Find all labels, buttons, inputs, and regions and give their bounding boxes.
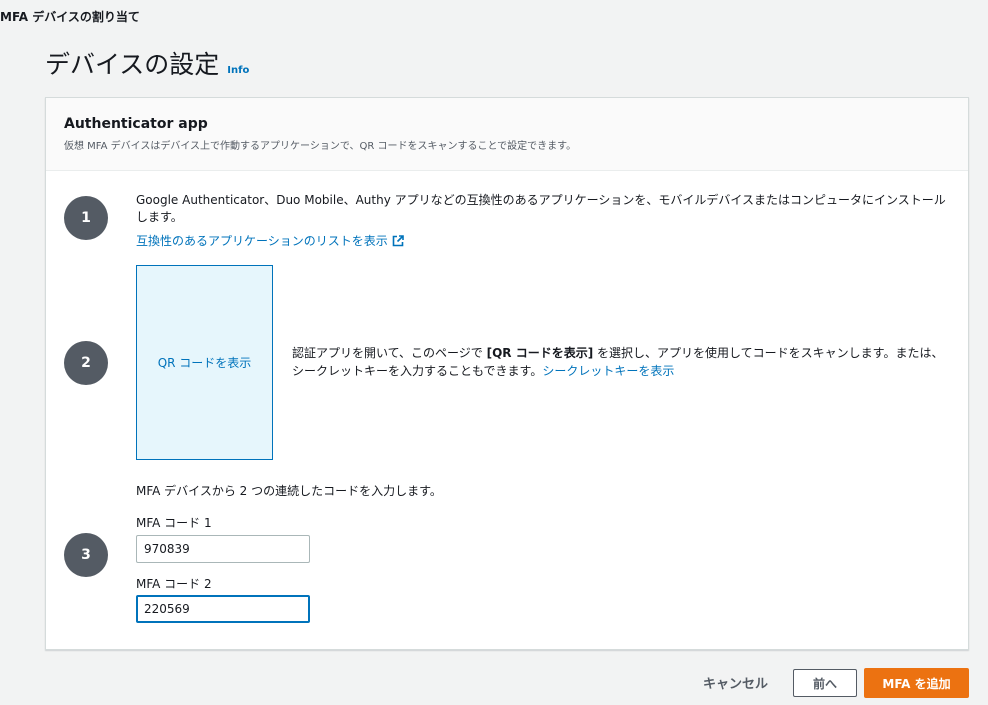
compatible-apps-link[interactable]: 互換性のあるアプリケーションのリストを表示 [136,232,404,249]
step-2-badge: 2 [64,341,108,385]
cancel-button[interactable]: キャンセル [703,673,768,692]
authenticator-panel: Authenticator app 仮想 MFA デバイスはデバイス上で作動する… [45,97,969,650]
panel-title: Authenticator app [64,116,208,132]
step-2-text-bold: [QR コードを表示] [486,346,594,360]
breadcrumb: MFA デバイスの割り当て [0,10,140,24]
mfa-code-1-label: MFA コード 1 [136,516,212,530]
step-3-text: MFA デバイスから 2 つの連続したコードを入力します。 [136,484,442,498]
previous-button[interactable]: 前へ [793,669,857,697]
show-qr-code-button[interactable]: QR コードを表示 [136,265,273,460]
step-1-badge: 1 [64,196,108,240]
panel-description: 仮想 MFA デバイスはデバイス上で作動するアプリケーションで、QR コードをス… [64,141,577,152]
step-2-text: 認証アプリを開いて、このページで [QR コードを表示] を選択し、アプリを使用… [292,344,952,380]
compatible-apps-link-label: 互換性のあるアプリケーションのリストを表示 [136,234,388,248]
add-mfa-button[interactable]: MFA を追加 [864,668,969,698]
info-link[interactable]: Info [227,65,249,76]
step-3-badge: 3 [64,533,108,577]
page-title-text: デバイスの設定 [45,50,220,79]
mfa-code-2-input[interactable] [136,595,310,623]
page-title: デバイスの設定 Info [45,45,249,81]
mfa-code-2-label: MFA コード 2 [136,577,212,591]
step-1-text: Google Authenticator、Duo Mobile、Authy アプ… [136,193,946,224]
step-2-text-before: 認証アプリを開いて、このページで [292,346,487,360]
external-link-icon [392,234,404,247]
show-secret-key-link[interactable]: シークレットキーを表示 [542,364,674,378]
panel-header: Authenticator app 仮想 MFA デバイスはデバイス上で作動する… [46,98,968,171]
mfa-code-1-input[interactable] [136,535,310,563]
